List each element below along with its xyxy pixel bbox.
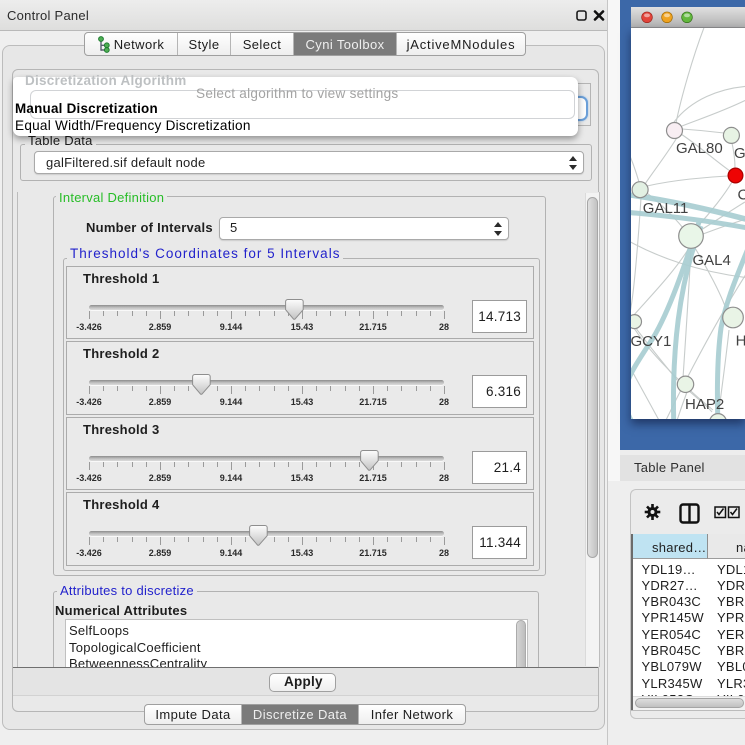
svg-text:GAL4: GAL4 [693,252,731,269]
svg-text:H: H [736,333,745,350]
svg-text:C: C [738,187,745,204]
svg-text:GCY1: GCY1 [631,333,671,350]
svg-text:HAP2: HAP2 [685,396,724,413]
svg-text:GAL11: GAL11 [643,200,689,217]
svg-text:GAL80: GAL80 [676,140,723,157]
svg-text:GA: GA [734,145,745,162]
